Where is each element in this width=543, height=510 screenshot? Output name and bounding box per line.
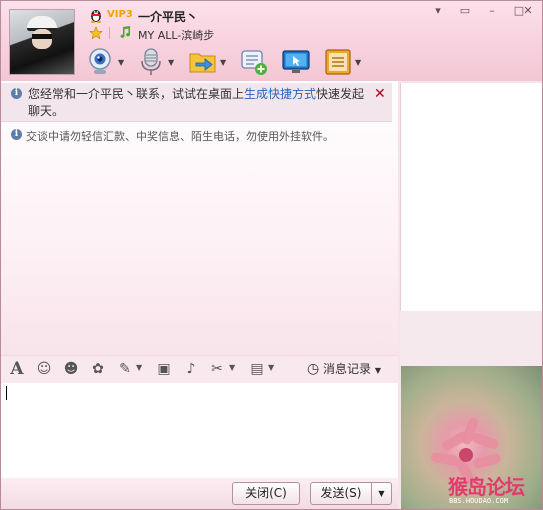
- contact-signature: MY ALL-滨崎步: [138, 29, 215, 42]
- create-discussion-button[interactable]: [239, 47, 271, 77]
- message-history-button[interactable]: ◷ 消息记录 ▼: [307, 359, 397, 379]
- vip-badge[interactable]: VIP3: [107, 9, 133, 20]
- shake-icon[interactable]: ✿: [88, 359, 108, 379]
- minimize-button[interactable]: –: [479, 1, 505, 21]
- star-icon[interactable]: [89, 26, 103, 40]
- folder-transfer-icon: [189, 53, 216, 73]
- monitor-icon: [282, 50, 310, 73]
- contact-avatar[interactable]: [9, 9, 75, 75]
- watermark-url: BBS.HOUDAO.COM: [449, 497, 509, 505]
- video-call-button[interactable]: ▼: [86, 47, 128, 77]
- font-icon[interactable]: A: [7, 359, 27, 379]
- minimize-icon: –: [489, 4, 495, 17]
- doodle-dropdown[interactable]: ▼: [136, 363, 142, 372]
- video-call-dropdown[interactable]: ▼: [118, 58, 124, 67]
- voice-call-dropdown[interactable]: ▼: [168, 58, 174, 67]
- avatar-glasses: [32, 34, 52, 39]
- webcam-icon: [89, 48, 111, 74]
- send-options-dropdown[interactable]: ▼: [371, 482, 392, 505]
- briefcase-icon[interactable]: ▤: [247, 359, 267, 379]
- history-dropdown: ▼: [374, 366, 382, 375]
- shortcut-tip-text: 您经常和一介平民丶联系，试试在桌面上生成快捷方式快速发起聊天。: [28, 86, 368, 120]
- voice-call-button[interactable]: ▼: [136, 47, 178, 77]
- security-warning-text: 交谈中请勿轻信汇款、中奖信息、陌生电话，勿使用外挂软件。: [26, 130, 334, 143]
- contact-nickname[interactable]: 一介平民丶: [138, 8, 198, 25]
- app-box-icon: [325, 49, 351, 75]
- message-history-area[interactable]: [1, 81, 398, 355]
- menu-icon: ▾: [435, 4, 441, 17]
- qq-penguin-icon[interactable]: [89, 7, 103, 23]
- chat-add-icon: [241, 50, 267, 75]
- avatar-face: [32, 29, 52, 49]
- emoticon-icon[interactable]: ☺: [34, 359, 54, 379]
- app-box-button[interactable]: ▼: [323, 47, 365, 77]
- close-button[interactable]: 关闭(C): [232, 482, 300, 505]
- history-label: 消息记录: [323, 362, 372, 376]
- screenshot-dropdown[interactable]: ▼: [229, 363, 235, 372]
- image-icon[interactable]: ▣: [154, 359, 174, 379]
- info-icon: i: [11, 88, 22, 99]
- close-icon: ✕: [523, 4, 533, 17]
- warning-info-icon: i: [11, 129, 22, 140]
- contact-info-panel: [400, 83, 542, 311]
- close-window-button[interactable]: ✕: [515, 1, 541, 21]
- music-note-icon[interactable]: ♪: [181, 359, 201, 379]
- send-file-button[interactable]: ▼: [188, 47, 230, 77]
- music-icon[interactable]: [118, 25, 132, 39]
- create-shortcut-link[interactable]: 生成快捷方式: [244, 87, 316, 101]
- window-menu-button[interactable]: ▾: [425, 1, 451, 21]
- skin-icon: ▭: [459, 4, 471, 17]
- screenshot-icon[interactable]: ✂: [207, 359, 227, 379]
- briefcase-dropdown[interactable]: ▼: [268, 363, 274, 372]
- skin-button[interactable]: ▭: [452, 1, 478, 21]
- chat-window: VIP3 一介平民丶 MY ALL-滨崎步 ▼ ▼ ▼ ▼ ▾ ▭ – □ ✕ …: [0, 0, 543, 510]
- clock-icon: ◷: [307, 361, 320, 377]
- text-caret: [6, 386, 7, 400]
- header-separator: [109, 27, 110, 39]
- doodle-icon[interactable]: ✎: [115, 359, 135, 379]
- watermark-logo: 猴岛论坛: [448, 475, 525, 499]
- microphone-icon: [141, 48, 161, 75]
- message-input[interactable]: [1, 383, 398, 478]
- send-button[interactable]: 发送(S): [310, 482, 372, 505]
- send-file-dropdown[interactable]: ▼: [220, 58, 226, 67]
- right-panel-spacer: [400, 311, 541, 366]
- app-box-dropdown[interactable]: ▼: [355, 58, 361, 67]
- remote-assist-button[interactable]: [281, 47, 313, 77]
- tip-close-button[interactable]: ✕: [374, 86, 386, 102]
- tip-text-before: 您经常和一介平民丶联系，试试在桌面上: [28, 87, 245, 101]
- magic-emoticon-icon[interactable]: ☻: [61, 359, 81, 379]
